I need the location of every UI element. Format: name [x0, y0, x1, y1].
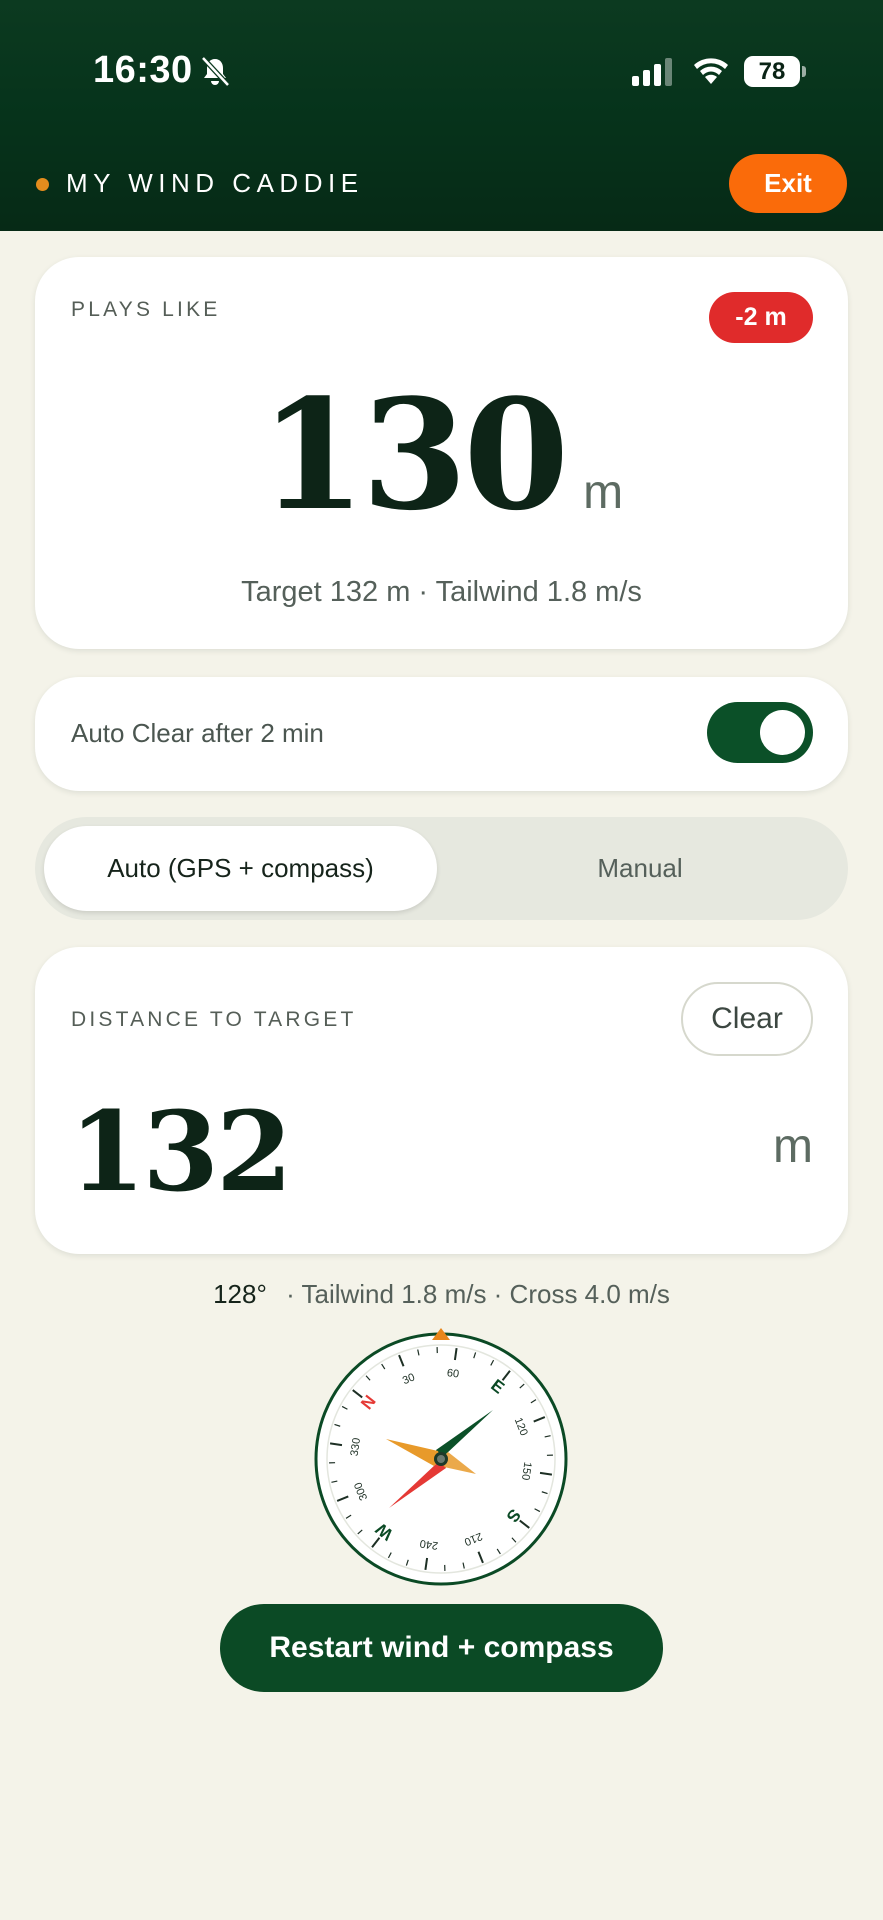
auto-clear-label: Auto Clear after 2 min	[71, 718, 324, 748]
toggle-knob	[760, 710, 805, 755]
cellular-signal-icon	[632, 58, 672, 86]
plays-like-value-row: 130 m	[35, 379, 848, 531]
app-title: MY WIND CADDIE	[66, 168, 364, 198]
battery-level: 78	[744, 56, 800, 87]
plays-like-value: 130	[259, 365, 569, 544]
mode-option-auto[interactable]: Auto (GPS + compass)	[44, 826, 437, 911]
mode-segmented-control: Auto (GPS + compass) Manual	[35, 817, 848, 920]
delta-badge: -2 m	[709, 292, 813, 343]
compass-degree-label: 150	[519, 1461, 533, 1481]
plays-like-unit: m	[583, 466, 624, 519]
distance-unit: m	[773, 1120, 813, 1173]
distance-value[interactable]: 132	[69, 1097, 293, 1207]
compass-degree-label: 330	[349, 1437, 363, 1457]
bell-slash-icon	[201, 56, 230, 87]
compass-dial: NESW30 60120150210240300330	[314, 1328, 568, 1586]
plays-like-label: PLAYS LIKE	[71, 298, 221, 321]
wifi-icon	[694, 58, 728, 84]
wind-heading: 128°	[213, 1279, 267, 1309]
auto-clear-toggle[interactable]	[707, 702, 813, 763]
compass-degree-label: 60	[446, 1367, 460, 1381]
distance-label: DISTANCE TO TARGET	[71, 1008, 357, 1031]
compass-degree-label: 240	[419, 1537, 439, 1551]
plays-like-subtitle: Target 132 m · Tailwind 1.8 m/s	[241, 576, 642, 608]
status-dot-icon	[36, 178, 49, 191]
restart-button[interactable]: Restart wind + compass	[220, 1604, 663, 1692]
exit-button[interactable]: Exit	[729, 154, 847, 213]
auto-clear-card: Auto Clear after 2 min	[35, 677, 848, 791]
wind-info: 128° · Tailwind 1.8 m/s · Cross 4.0 m/s	[0, 1279, 883, 1310]
wind-details: · Tailwind 1.8 m/s · Cross 4.0 m/s	[286, 1279, 670, 1309]
app-header: 16:30 78 MY WIND CADDIE Exit	[0, 0, 883, 231]
distance-card: DISTANCE TO TARGET Clear 132 m	[35, 947, 848, 1254]
mode-option-manual[interactable]: Manual	[441, 826, 839, 911]
clear-button[interactable]: Clear	[681, 982, 813, 1056]
battery-icon: 78	[744, 56, 806, 87]
status-time: 16:30	[93, 49, 193, 91]
plays-like-card: PLAYS LIKE -2 m 130 m Target 132 m · Tail…	[35, 257, 848, 649]
